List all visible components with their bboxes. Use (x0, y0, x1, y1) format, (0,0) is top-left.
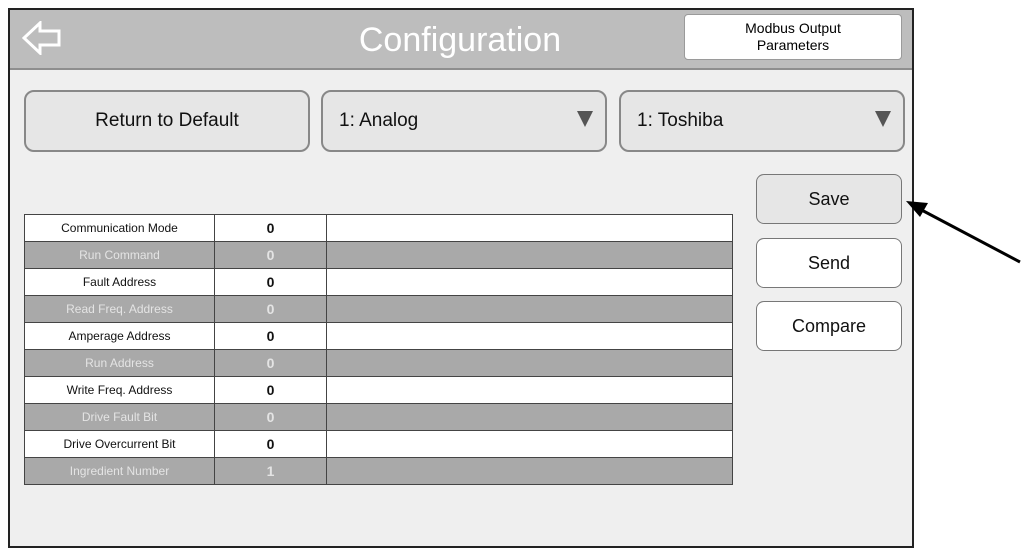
parameter-label: Drive Fault Bit (24, 403, 215, 431)
parameter-label: Amperage Address (24, 322, 215, 350)
drive-dropdown-value: 1: Toshiba (637, 110, 724, 131)
parameter-value[interactable]: 0 (214, 349, 327, 377)
dropdown-arrow-icon (577, 111, 593, 127)
drive-dropdown[interactable]: 1: Toshiba (619, 90, 905, 152)
table-row: Read Freq. Address 0 (24, 295, 733, 323)
parameter-description (326, 322, 733, 350)
table-row: Drive Fault Bit 0 (24, 403, 733, 431)
page-title: Configuration (358, 21, 562, 59)
dropdown-arrow-icon (875, 111, 891, 127)
parameter-value[interactable]: 0 (214, 241, 327, 269)
parameter-description (326, 457, 733, 485)
parameter-value[interactable]: 0 (214, 322, 327, 350)
mode-dropdown-value: 1: Analog (339, 110, 419, 131)
parameter-value[interactable]: 0 (214, 376, 327, 404)
parameter-label: Fault Address (24, 268, 215, 296)
return-to-default-button[interactable]: Return to Default (24, 90, 310, 152)
save-button[interactable]: Save (756, 174, 902, 224)
parameter-description (326, 403, 733, 431)
parameter-value[interactable]: 1 (214, 457, 327, 485)
parameter-label: Run Command (24, 241, 215, 269)
parameter-label: Write Freq. Address (24, 376, 215, 404)
configuration-panel: Configuration Modbus Output Parameters R… (8, 8, 914, 548)
parameter-value[interactable]: 0 (214, 295, 327, 323)
table-row: Fault Address 0 (24, 268, 733, 296)
parameter-value[interactable]: 0 (214, 430, 327, 458)
parameter-description (326, 241, 733, 269)
parameter-value[interactable]: 0 (214, 214, 327, 242)
pointer-arrow-icon (906, 201, 1021, 264)
parameter-label: Ingredient Number (24, 457, 215, 485)
mode-dropdown[interactable]: 1: Analog (321, 90, 607, 152)
parameter-label: Drive Overcurrent Bit (24, 430, 215, 458)
parameter-description (326, 376, 733, 404)
table-row: Drive Overcurrent Bit 0 (24, 430, 733, 458)
header-bar: Configuration Modbus Output Parameters (10, 10, 912, 70)
parameter-description (326, 295, 733, 323)
table-row: Amperage Address 0 (24, 322, 733, 350)
parameter-value[interactable]: 0 (214, 403, 327, 431)
parameter-description (326, 214, 733, 242)
send-button[interactable]: Send (756, 238, 902, 288)
table-row: Run Command 0 (24, 241, 733, 269)
parameter-label: Run Address (24, 349, 215, 377)
parameter-table: Communication Mode 0 Run Command 0 Fault Add… (24, 214, 733, 485)
parameter-description (326, 430, 733, 458)
parameter-value[interactable]: 0 (214, 268, 327, 296)
table-row: Communication Mode 0 (24, 214, 733, 242)
parameter-label: Communication Mode (24, 214, 215, 242)
compare-button[interactable]: Compare (756, 301, 902, 351)
table-row: Ingredient Number 1 (24, 457, 733, 485)
table-row: Run Address 0 (24, 349, 733, 377)
table-row: Write Freq. Address 0 (24, 376, 733, 404)
back-arrow-icon[interactable] (21, 19, 62, 57)
parameter-description (326, 268, 733, 296)
parameter-label: Read Freq. Address (24, 295, 215, 323)
parameter-description (326, 349, 733, 377)
modbus-output-parameters-button[interactable]: Modbus Output Parameters (684, 14, 902, 60)
